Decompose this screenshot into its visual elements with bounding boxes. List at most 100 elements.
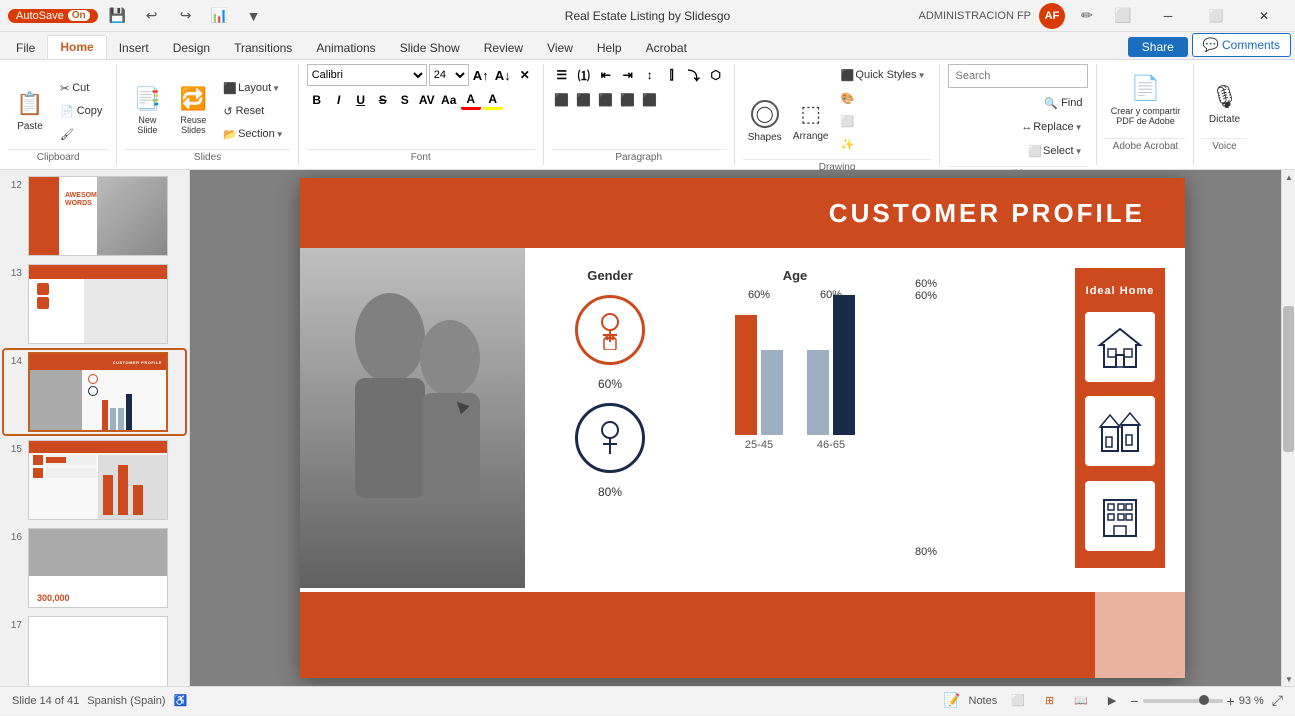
numbering-button[interactable]: ⑴ bbox=[574, 65, 594, 85]
accessibility-icon[interactable]: ♿ bbox=[174, 694, 188, 707]
justify-button[interactable]: ⬛ bbox=[618, 90, 638, 110]
zoom-slider[interactable] bbox=[1143, 699, 1223, 703]
increase-font-button[interactable]: A↑ bbox=[471, 65, 491, 85]
font-family-selector[interactable]: Calibri bbox=[307, 64, 427, 86]
reading-view-button[interactable]: 📖 bbox=[1068, 692, 1094, 709]
fit-slide-button[interactable]: ⤢ bbox=[1272, 692, 1283, 709]
tab-animations[interactable]: Animations bbox=[304, 37, 387, 59]
text-direction-button[interactable]: ⤵ bbox=[684, 65, 704, 85]
char-spacing-button[interactable]: AV bbox=[417, 90, 437, 110]
columns-button[interactable]: ⫿ bbox=[662, 65, 682, 85]
replace-button[interactable]: ↔ Replace ▼ bbox=[1015, 116, 1088, 138]
smart-art-button[interactable]: ⬡ bbox=[706, 65, 726, 85]
shape-outline-button[interactable]: ⬜ bbox=[835, 110, 932, 132]
new-slide-button[interactable]: 📑 New Slide bbox=[125, 77, 169, 145]
align-right-button[interactable]: ⬛ bbox=[596, 90, 616, 110]
slide-sorter-button[interactable]: ⊞ bbox=[1039, 692, 1060, 709]
reuse-slides-button[interactable]: 🔁 Reuse Slides bbox=[171, 77, 215, 145]
slide-item-17[interactable]: 17 bbox=[4, 614, 185, 686]
bold-button[interactable]: B bbox=[307, 90, 327, 110]
tab-design[interactable]: Design bbox=[161, 37, 222, 59]
tab-insert[interactable]: Insert bbox=[107, 37, 161, 59]
slide-item-14[interactable]: 14 CUSTOMER PROFILE bbox=[4, 350, 185, 434]
slide-item-13[interactable]: 13 bbox=[4, 262, 185, 346]
indent-less-button[interactable]: ⇤ bbox=[596, 65, 616, 85]
copy-button[interactable]: 📄 Copy bbox=[54, 100, 108, 122]
scroll-down-arrow[interactable]: ▼ bbox=[1282, 672, 1295, 686]
decrease-font-button[interactable]: A↓ bbox=[493, 65, 513, 85]
quick-styles-button[interactable]: ⬛ Quick Styles ▼ bbox=[835, 64, 932, 86]
slide-thumb-12[interactable]: AWESOMEWORDS bbox=[28, 176, 168, 256]
slide-item-12[interactable]: 12 AWESOMEWORDS bbox=[4, 174, 185, 258]
slide-item-16[interactable]: 16 300,000 bbox=[4, 526, 185, 610]
slide-thumb-13[interactable] bbox=[28, 264, 168, 344]
ink-icon[interactable]: ✏ bbox=[1073, 4, 1101, 28]
font-size-selector[interactable]: 24 bbox=[429, 64, 469, 86]
line-spacing-button[interactable]: ↕ bbox=[640, 65, 660, 85]
comments-button[interactable]: 💬 Comments bbox=[1192, 33, 1291, 57]
shape-effects-button[interactable]: ✨ bbox=[835, 133, 932, 155]
find-button[interactable]: 🔍 Find bbox=[1038, 92, 1088, 114]
shape-fill-button[interactable]: 🎨 bbox=[835, 87, 932, 109]
redo-icon[interactable]: ↪ bbox=[172, 4, 200, 28]
customize-icon[interactable]: ▼ bbox=[240, 4, 268, 28]
autosave-state[interactable]: On bbox=[68, 10, 90, 21]
font-color-button[interactable]: A bbox=[461, 90, 481, 110]
clear-format-button[interactable]: ✕ bbox=[515, 65, 535, 85]
canvas-area[interactable]: CUSTOMER PROFILE bbox=[190, 170, 1295, 686]
col2-button[interactable]: ⬛ bbox=[640, 90, 660, 110]
notes-button[interactable]: 📝 bbox=[943, 692, 960, 709]
normal-view-button[interactable]: ⬜ bbox=[1005, 692, 1031, 709]
underline-button[interactable]: U bbox=[351, 90, 371, 110]
select-button[interactable]: ⬜ Select ▼ bbox=[1022, 140, 1088, 162]
minimize-button[interactable]: ─ bbox=[1145, 0, 1191, 32]
strikethrough-button[interactable]: S bbox=[373, 90, 393, 110]
indent-more-button[interactable]: ⇥ bbox=[618, 65, 638, 85]
scroll-track[interactable] bbox=[1282, 184, 1295, 672]
tab-slideshow[interactable]: Slide Show bbox=[388, 37, 472, 59]
slide-thumb-14[interactable]: CUSTOMER PROFILE bbox=[28, 352, 168, 432]
user-avatar[interactable]: AF bbox=[1039, 3, 1065, 29]
close-button[interactable]: ✕ bbox=[1241, 0, 1287, 32]
tab-transitions[interactable]: Transitions bbox=[222, 37, 304, 59]
restore-button[interactable]: ⬜ bbox=[1193, 0, 1239, 32]
autosave-badge[interactable]: AutoSave On bbox=[8, 9, 98, 23]
tab-view[interactable]: View bbox=[535, 37, 585, 59]
presenter-view-button[interactable]: ▶ bbox=[1102, 692, 1122, 709]
section-button[interactable]: 📂 Section ▼ bbox=[217, 123, 289, 145]
tab-help[interactable]: Help bbox=[585, 37, 634, 59]
slide-thumb-17[interactable] bbox=[28, 616, 168, 686]
presentation-icon[interactable]: 📊 bbox=[206, 4, 234, 28]
slide-thumb-16[interactable]: 300,000 bbox=[28, 528, 168, 608]
dictate-button[interactable]: 🎙 Dictate bbox=[1202, 70, 1246, 138]
tab-home[interactable]: Home bbox=[47, 35, 106, 59]
scroll-up-arrow[interactable]: ▲ bbox=[1282, 170, 1295, 184]
change-case-button[interactable]: Aa bbox=[439, 90, 459, 110]
align-left-button[interactable]: ⬛ bbox=[552, 90, 572, 110]
align-center-button[interactable]: ⬛ bbox=[574, 90, 594, 110]
zoom-in-button[interactable]: + bbox=[1227, 693, 1235, 709]
highlight-button[interactable]: A bbox=[483, 90, 503, 110]
slide-thumb-15[interactable] bbox=[28, 440, 168, 520]
bullets-button[interactable]: ☰ bbox=[552, 65, 572, 85]
undo-icon[interactable]: ↩ bbox=[138, 4, 166, 28]
zoom-thumb[interactable] bbox=[1199, 695, 1209, 705]
paste-button[interactable]: 📋 Paste bbox=[8, 77, 52, 145]
tab-file[interactable]: File bbox=[4, 37, 47, 59]
shadow-button[interactable]: S bbox=[395, 90, 415, 110]
format-painter-button[interactable]: 🖌 bbox=[54, 123, 108, 145]
notes-label[interactable]: Notes bbox=[969, 695, 998, 707]
arrange-button[interactable]: ⬚ Arrange bbox=[789, 87, 833, 155]
save-icon[interactable]: 💾 bbox=[104, 4, 132, 28]
scroll-thumb[interactable] bbox=[1283, 306, 1294, 452]
presentation-mode-icon[interactable]: ⬜ bbox=[1109, 4, 1137, 28]
reset-button[interactable]: ↺ Reset bbox=[217, 100, 289, 122]
share-button[interactable]: Share bbox=[1128, 37, 1188, 57]
layout-button[interactable]: ⬛ Layout ▼ bbox=[217, 77, 289, 99]
slide-item-15[interactable]: 15 bbox=[4, 438, 185, 522]
create-pdf-button[interactable]: 📄 Crear y compartir PDF de Adobe bbox=[1105, 70, 1185, 138]
tab-acrobat[interactable]: Acrobat bbox=[634, 37, 699, 59]
search-input[interactable] bbox=[948, 64, 1088, 88]
shapes-button[interactable]: ◯ Shapes bbox=[743, 87, 787, 155]
tab-review[interactable]: Review bbox=[472, 37, 535, 59]
